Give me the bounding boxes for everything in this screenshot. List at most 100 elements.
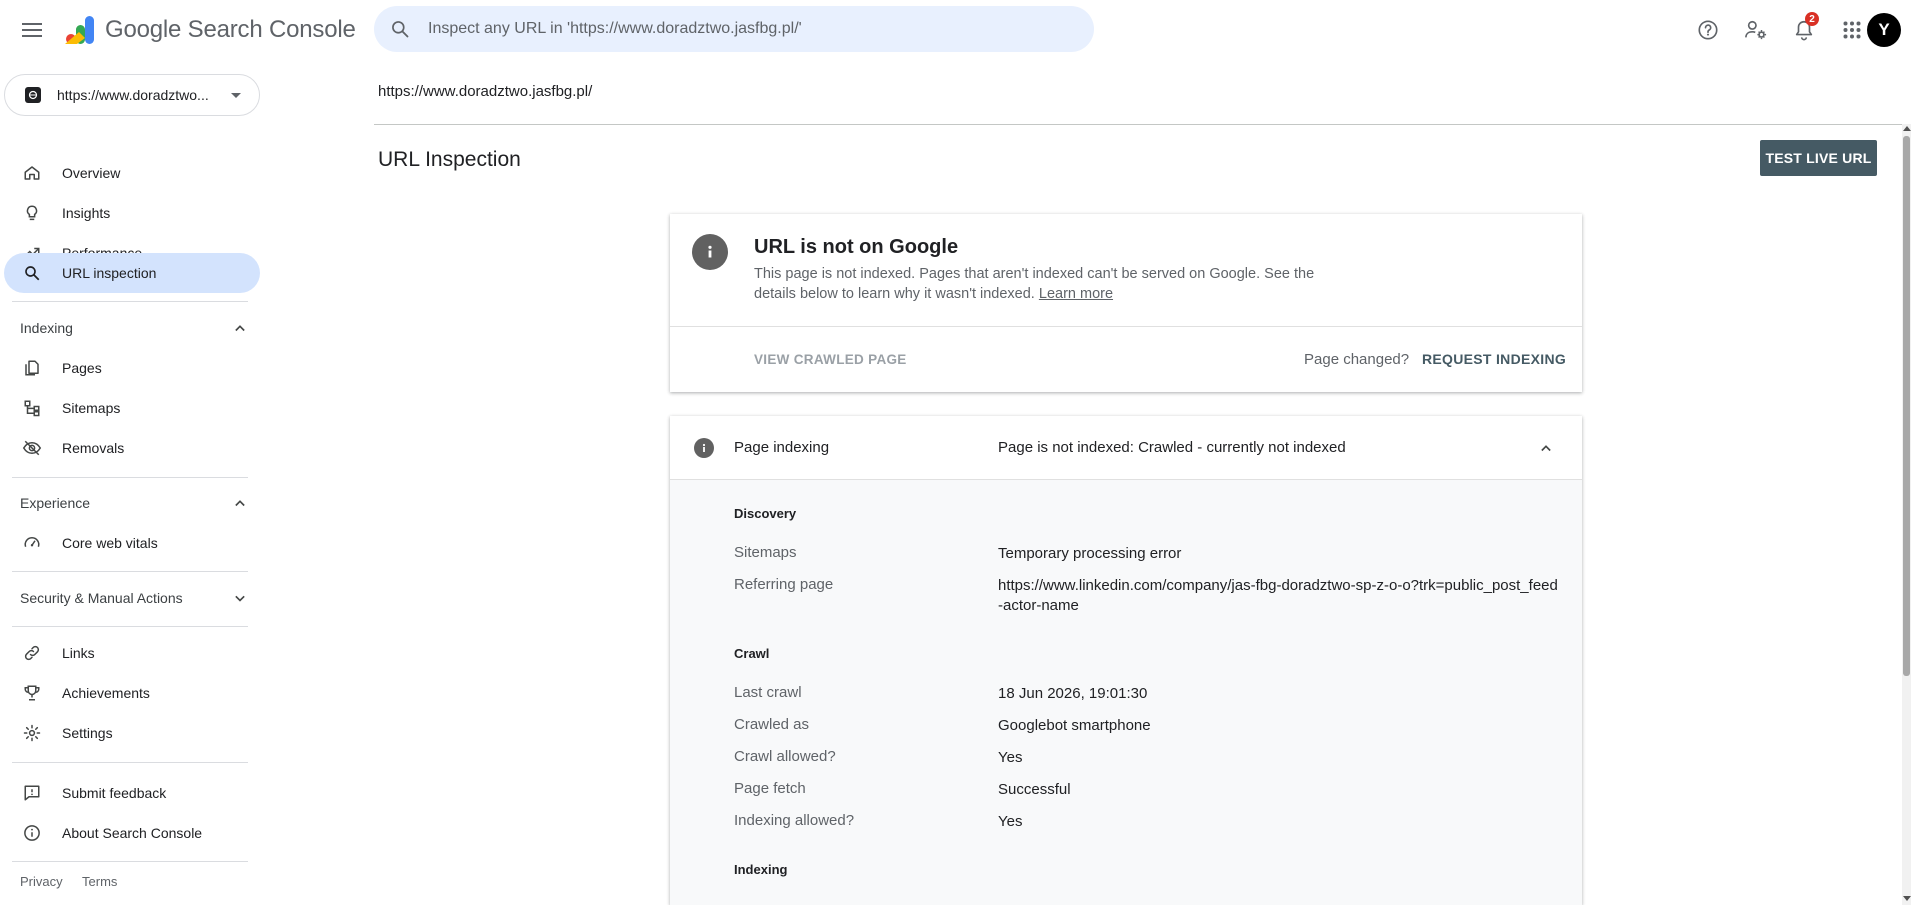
page-title: URL Inspection xyxy=(378,148,521,171)
gear-icon xyxy=(22,723,42,743)
search-input[interactable] xyxy=(428,20,1068,38)
account-settings-icon[interactable] xyxy=(1736,10,1776,50)
nav-removals[interactable]: Removals xyxy=(4,428,260,468)
nav-about-search-console[interactable]: About Search Console xyxy=(4,813,260,853)
crawled-as-label: Crawled as xyxy=(734,716,810,733)
sidebar-divider xyxy=(12,762,248,763)
referring-page-label: Referring page xyxy=(734,576,834,593)
sitemap-icon xyxy=(22,398,42,418)
trophy-icon xyxy=(22,683,42,703)
chevron-up-icon[interactable] xyxy=(1536,438,1556,463)
referring-page-value[interactable]: https://www.linkedin.com/company/jas-fbg… xyxy=(998,576,1558,616)
page-indexing-label: Page indexing xyxy=(734,439,830,456)
nav-core-web-vitals[interactable]: Core web vitals xyxy=(4,523,260,563)
section-label: Security & Manual Actions xyxy=(20,590,183,606)
nav-settings[interactable]: Settings xyxy=(4,713,260,753)
last-crawl-value: 18 Jun 2026, 19:01:30 xyxy=(998,685,1148,702)
search-console-logo[interactable]: Google Search Console xyxy=(63,14,356,46)
speed-gauge-icon xyxy=(22,533,42,553)
visibility-off-icon xyxy=(22,438,42,458)
nav-label: Insights xyxy=(62,205,111,221)
chevron-down-icon xyxy=(230,588,250,611)
section-label: Experience xyxy=(20,495,91,511)
main-menu-icon[interactable] xyxy=(16,14,48,46)
page-indexing-status: Page is not indexed: Crawled - currently… xyxy=(998,439,1346,456)
status-description-text: This page is not indexed. Pages that are… xyxy=(754,266,1315,302)
property-dropdown-caret-icon xyxy=(231,93,241,98)
nav-achievements[interactable]: Achievements xyxy=(4,673,260,713)
section-security-toggle[interactable]: Security & Manual Actions xyxy=(0,578,260,618)
nav-links[interactable]: Links xyxy=(4,633,260,673)
indexing-allowed-value: Yes xyxy=(998,813,1023,830)
info-icon xyxy=(22,823,42,843)
url-inspect-search[interactable] xyxy=(374,6,1094,52)
privacy-link[interactable]: Privacy xyxy=(20,874,63,889)
help-icon[interactable] xyxy=(1688,10,1728,50)
crawl-heading: Crawl xyxy=(734,646,770,661)
nav-label: Removals xyxy=(62,440,125,456)
page-scrollbar-thumb[interactable] xyxy=(1903,136,1910,676)
search-console-logo-icon xyxy=(65,16,94,44)
sitemaps-label: Sitemaps xyxy=(734,544,797,561)
notifications-bell-icon[interactable]: 2 xyxy=(1784,10,1824,50)
lightbulb-icon xyxy=(22,203,42,223)
nav-submit-feedback[interactable]: Submit feedback xyxy=(4,773,260,813)
feedback-icon xyxy=(22,783,42,803)
indexing-heading: Indexing xyxy=(734,862,788,877)
nav-label: Submit feedback xyxy=(62,785,167,801)
nav-sitemaps[interactable]: Sitemaps xyxy=(4,388,260,428)
nav-url-inspection[interactable]: URL inspection xyxy=(4,253,260,293)
nav-pages[interactable]: Pages xyxy=(4,348,260,388)
pages-icon xyxy=(22,358,42,378)
sidebar-divider xyxy=(12,301,248,302)
top-app-bar: Google Search Console 2 xyxy=(0,0,1911,60)
request-indexing-button[interactable]: REQUEST INDEXING xyxy=(1422,351,1566,367)
nav-label: Overview xyxy=(62,165,121,181)
learn-more-link[interactable]: Learn more xyxy=(1039,286,1113,302)
chevron-up-icon xyxy=(230,493,250,516)
last-crawl-label: Last crawl xyxy=(734,684,802,701)
apps-grid-icon[interactable] xyxy=(1832,10,1872,50)
nav-overview[interactable]: Overview xyxy=(4,153,260,193)
terms-link[interactable]: Terms xyxy=(82,874,117,889)
user-avatar[interactable]: Y xyxy=(1867,13,1901,47)
discovery-heading: Discovery xyxy=(734,506,797,521)
nav-label: Sitemaps xyxy=(62,400,121,416)
section-label: Indexing xyxy=(20,320,73,336)
url-status-card: URL is not on Google This page is not in… xyxy=(670,214,1582,392)
sidebar-divider xyxy=(12,477,248,478)
sidebar: https://www.doradztwo... Overview Insigh… xyxy=(0,60,260,905)
search-console-app: Google Search Console 2 xyxy=(0,0,1911,905)
nav-label: Settings xyxy=(62,725,113,741)
test-live-url-button[interactable]: TEST LIVE URL xyxy=(1760,140,1877,176)
nav-insights[interactable]: Insights xyxy=(4,193,260,233)
page-changed-label: Page changed? xyxy=(1304,351,1410,368)
indexing-allowed-label: Indexing allowed? xyxy=(734,812,855,829)
crawled-as-value: Googlebot smartphone xyxy=(998,717,1151,734)
section-experience-toggle[interactable]: Experience xyxy=(0,483,260,523)
page-indexing-header[interactable]: Page indexing Page is not indexed: Crawl… xyxy=(670,416,1582,480)
crawl-allowed-value: Yes xyxy=(998,749,1023,766)
nav-label: URL inspection xyxy=(62,265,157,281)
status-title: URL is not on Google xyxy=(754,236,959,258)
property-label: https://www.doradztwo... xyxy=(57,87,209,103)
property-favicon-icon xyxy=(25,87,41,103)
link-icon xyxy=(22,643,42,663)
section-indexing-toggle[interactable]: Indexing xyxy=(0,308,260,348)
status-card-divider xyxy=(670,326,1582,327)
scroll-up-arrow-icon[interactable] xyxy=(1903,126,1911,131)
view-crawled-page-button[interactable]: VIEW CRAWLED PAGE xyxy=(754,352,907,367)
property-selector[interactable]: https://www.doradztwo... xyxy=(4,74,260,116)
page-indexing-card: Page indexing Page is not indexed: Crawl… xyxy=(670,416,1582,905)
search-icon xyxy=(392,21,409,38)
nav-label: About Search Console xyxy=(62,825,203,841)
nav-label: Pages xyxy=(62,360,102,376)
nav-label: Links xyxy=(62,645,95,661)
search-icon xyxy=(22,263,42,283)
nav-label: Core web vitals xyxy=(62,535,158,551)
status-description: This page is not indexed. Pages that are… xyxy=(754,264,1344,304)
notification-count-badge: 2 xyxy=(1805,12,1819,26)
page-fetch-value: Successful xyxy=(998,781,1071,798)
scroll-down-arrow-icon[interactable] xyxy=(1903,896,1911,901)
sidebar-footer: Privacy Terms xyxy=(20,874,133,889)
